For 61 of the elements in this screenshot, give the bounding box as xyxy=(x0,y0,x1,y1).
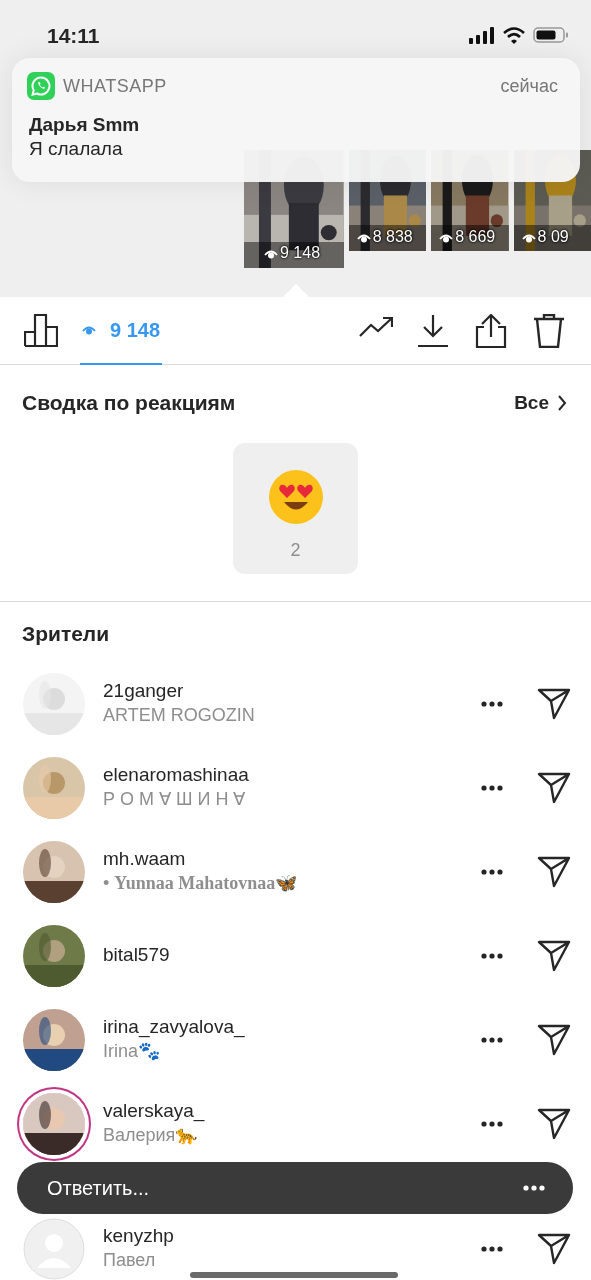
full-name: Валерия🐆 xyxy=(103,1123,199,1147)
trash-icon[interactable] xyxy=(533,313,567,348)
username[interactable]: mh.waam xyxy=(103,847,481,871)
avatar-placeholder-icon xyxy=(23,1217,85,1280)
more-button[interactable] xyxy=(481,952,503,959)
more-icon xyxy=(481,1245,503,1252)
full-name: Р О М ∀ Ш И Н ∀ xyxy=(103,787,247,811)
username[interactable]: valerskaya_ xyxy=(103,1099,481,1123)
more-icon xyxy=(481,1120,503,1127)
section-title: Сводка по реакциям xyxy=(22,390,236,416)
see-all-link[interactable]: Все xyxy=(514,388,567,417)
battery-icon xyxy=(533,26,569,44)
more-icon[interactable] xyxy=(523,1185,545,1191)
chat-app-icon xyxy=(27,72,55,100)
send-icon[interactable] xyxy=(537,1107,571,1140)
more-button[interactable] xyxy=(481,1036,503,1043)
full-name: ARTEM ROGOZIN xyxy=(103,703,256,727)
clock-time: 14:11 xyxy=(47,23,100,49)
more-button[interactable] xyxy=(481,1245,503,1252)
username[interactable]: 21ganger xyxy=(103,679,481,703)
full-name: Павел xyxy=(103,1248,157,1272)
download-icon[interactable] xyxy=(417,313,451,348)
send-icon[interactable] xyxy=(537,1232,571,1265)
more-button[interactable] xyxy=(481,1120,503,1127)
more-icon xyxy=(481,952,503,959)
view-count: 9 148 xyxy=(280,243,321,263)
sender-name: Дарья Smm xyxy=(29,114,141,137)
notification-time: сейчас xyxy=(500,74,558,98)
reply-field[interactable]: Ответить... xyxy=(17,1162,573,1214)
more-icon xyxy=(481,700,503,707)
bar-chart-icon xyxy=(24,312,58,347)
share-icon[interactable] xyxy=(475,313,509,348)
send-icon[interactable] xyxy=(537,771,571,804)
username[interactable]: irina_zavyalova_ xyxy=(103,1015,481,1039)
more-icon xyxy=(481,784,503,791)
full-name: • Yunnaa Mahatovnaa🦋 xyxy=(103,871,299,895)
send-icon[interactable] xyxy=(537,939,571,972)
more-button[interactable] xyxy=(481,700,503,707)
app-name: WHATSAPP xyxy=(63,74,167,98)
wifi-icon xyxy=(503,26,525,44)
message-preview: Я слалала xyxy=(29,136,124,161)
notification-card[interactable]: WHATSAPP сейчас Дарья Smm Я слалала xyxy=(12,58,580,182)
send-icon[interactable] xyxy=(537,855,571,888)
reaction-count: 2 xyxy=(290,538,301,562)
username[interactable]: kenyzhp xyxy=(103,1224,481,1248)
send-icon[interactable] xyxy=(537,687,571,720)
signal-icon xyxy=(469,26,495,44)
more-icon xyxy=(481,1036,503,1043)
heart-eyes-emoji-icon xyxy=(267,468,324,525)
more-button[interactable] xyxy=(481,784,503,791)
view-count: 8 669 xyxy=(455,227,496,247)
send-icon[interactable] xyxy=(537,1023,571,1056)
more-button[interactable] xyxy=(481,868,503,875)
username[interactable]: elenaromashinaa xyxy=(103,763,481,787)
view-count: 8 09 xyxy=(537,227,569,247)
username[interactable]: bital579 xyxy=(103,944,481,967)
section-title: Зрители xyxy=(22,622,110,645)
view-count: 8 838 xyxy=(372,227,413,247)
more-icon xyxy=(481,868,503,875)
full-name: Irina🐾 xyxy=(103,1039,161,1063)
chevron-right-icon xyxy=(557,393,567,412)
